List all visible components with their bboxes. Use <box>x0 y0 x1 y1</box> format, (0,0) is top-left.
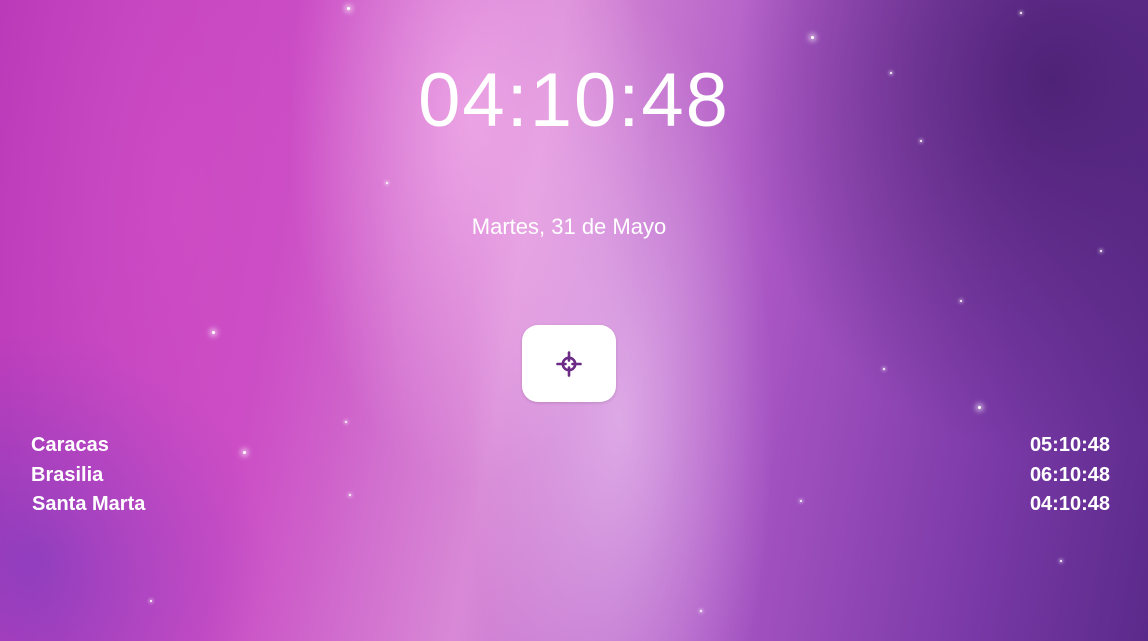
world-clock-row: Santa Marta 04:10:48 <box>31 490 1110 520</box>
main-clock-time: 04:10:48 <box>418 58 730 143</box>
crosshair-icon <box>556 350 582 377</box>
current-date: Martes, 31 de Mayo <box>471 214 667 239</box>
world-clock-row: Brasilia 06:10:48 <box>31 461 1110 491</box>
city-name: Santa Marta <box>32 493 146 515</box>
city-time: 05:10:48 <box>1029 434 1110 456</box>
locate-button[interactable] <box>522 325 616 402</box>
city-time: 06:10:48 <box>1029 463 1110 486</box>
world-clock-row: Caracas 05:10:48 <box>31 431 1110 461</box>
city-name: Brasilia <box>31 463 104 486</box>
city-name: Caracas <box>31 434 109 456</box>
world-clock-list: Caracas 05:10:48 Brasilia 06:10:48 Santa… <box>31 431 1110 520</box>
city-time: 04:10:48 <box>1029 493 1110 515</box>
